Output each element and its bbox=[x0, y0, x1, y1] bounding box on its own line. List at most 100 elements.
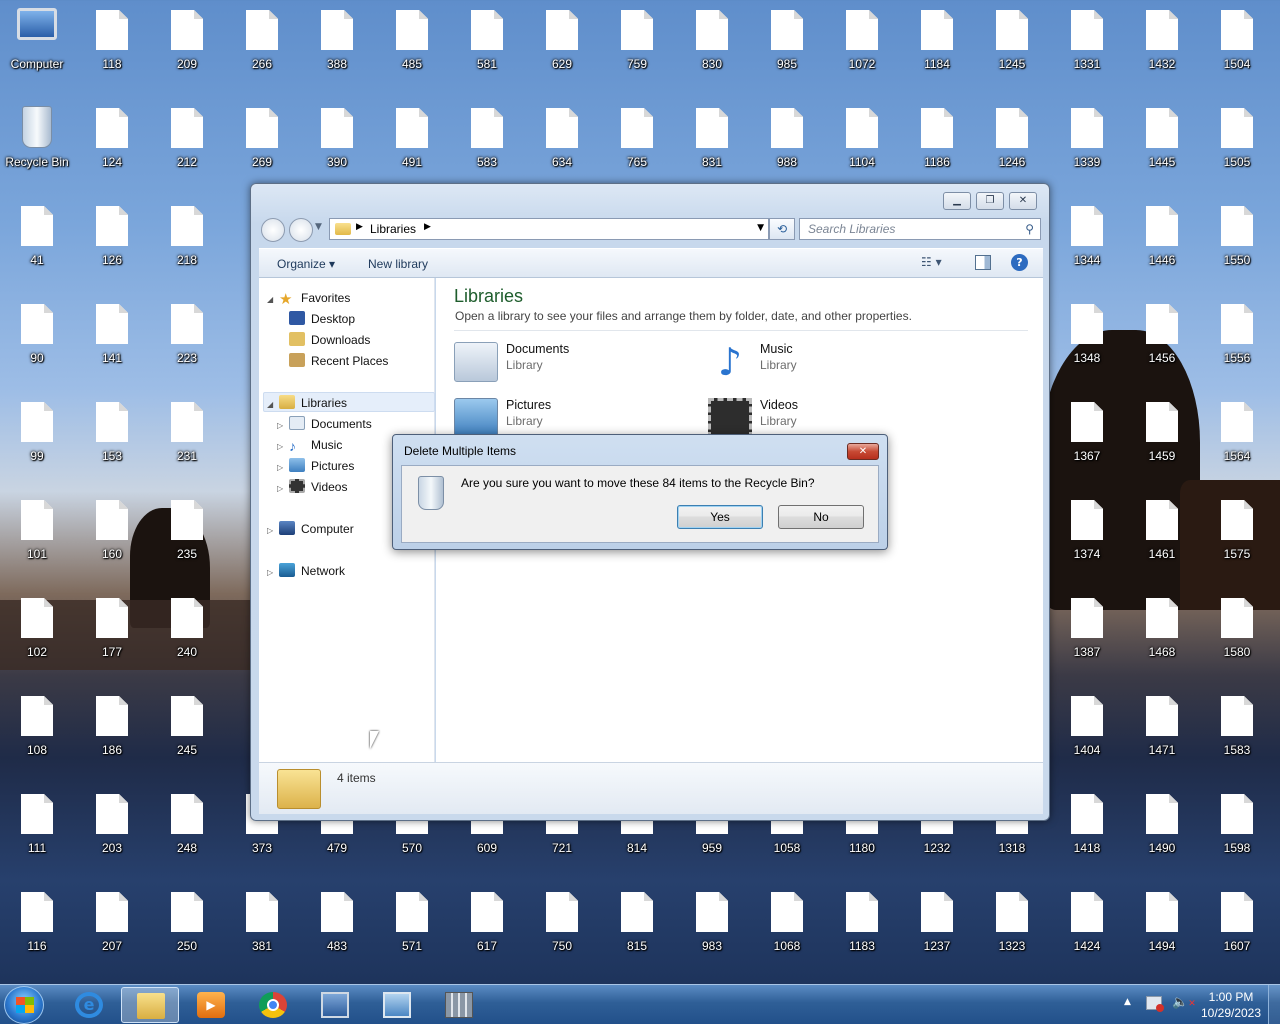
desktop-file-icon-item[interactable]: 116 bbox=[1, 882, 73, 980]
desktop-file-icon-item[interactable]: 111 bbox=[1, 784, 73, 882]
nav-network[interactable]: ▷ Network bbox=[267, 561, 345, 581]
desktop-file-icon-item[interactable]: 831 bbox=[676, 98, 748, 196]
desktop-file-icon-item[interactable]: 815 bbox=[601, 882, 673, 980]
desktop-file-icon-item[interactable]: 1404 bbox=[1051, 686, 1123, 784]
desktop-file-icon-item[interactable]: 634 bbox=[526, 98, 598, 196]
nav-favorites[interactable]: ◢ ★ Favorites bbox=[267, 288, 350, 308]
desktop-file-icon-item[interactable]: 1468 bbox=[1126, 588, 1198, 686]
desktop-file-icon-item[interactable]: 102 bbox=[1, 588, 73, 686]
desktop-file-icon-item[interactable]: 1556 bbox=[1201, 294, 1273, 392]
volume-muted-icon[interactable]: 🔈✕ bbox=[1172, 995, 1196, 1010]
desktop-file-icon-item[interactable]: 1456 bbox=[1126, 294, 1198, 392]
organize-button[interactable]: Organize ▾ bbox=[277, 257, 335, 271]
refresh-icon[interactable]: ⟲ bbox=[769, 218, 795, 240]
search-input[interactable]: Search Libraries ⚲ bbox=[799, 218, 1041, 240]
desktop-file-icon-item[interactable]: 118 bbox=[76, 0, 148, 98]
desktop-file-icon-item[interactable]: 218 bbox=[151, 196, 223, 294]
delete-dialog[interactable]: Delete Multiple Items ✕ Are you sure you… bbox=[392, 434, 888, 550]
library-documents[interactable]: Documents Library bbox=[454, 338, 694, 382]
taskbar-media-player[interactable]: ▶ bbox=[182, 987, 240, 1023]
desktop-file-icon-item[interactable]: 1068 bbox=[751, 882, 823, 980]
desktop-file-icon-item[interactable]: 186 bbox=[76, 686, 148, 784]
desktop-file-icon-item[interactable]: 381 bbox=[226, 882, 298, 980]
change-view-icon[interactable]: ☷ ▾ bbox=[921, 255, 942, 269]
desktop-file-icon-item[interactable]: 1432 bbox=[1126, 0, 1198, 98]
desktop-file-icon-item[interactable]: 124 bbox=[76, 98, 148, 196]
desktop-file-icon-item[interactable]: 388 bbox=[301, 0, 373, 98]
desktop-file-icon-item[interactable]: 1494 bbox=[1126, 882, 1198, 980]
desktop-file-icon-item[interactable]: 1583 bbox=[1201, 686, 1273, 784]
desktop-file-icon-item[interactable]: 177 bbox=[76, 588, 148, 686]
network-tray-icon[interactable] bbox=[1146, 996, 1164, 1012]
desktop-file-icon-item[interactable]: 1461 bbox=[1126, 490, 1198, 588]
desktop-file-icon-item[interactable]: 108 bbox=[1, 686, 73, 784]
recent-pages-chevron-icon[interactable]: ▼ bbox=[315, 222, 322, 232]
desktop-file-icon-item[interactable]: 235 bbox=[151, 490, 223, 588]
library-videos[interactable]: Videos Library bbox=[708, 394, 948, 438]
desktop-file-icon-item[interactable]: 581 bbox=[451, 0, 523, 98]
desktop-file-icon-item[interactable]: 1246 bbox=[976, 98, 1048, 196]
desktop-file-icon-item[interactable]: 1580 bbox=[1201, 588, 1273, 686]
new-library-button[interactable]: New library bbox=[368, 257, 428, 271]
desktop-file-icon-item[interactable]: 1331 bbox=[1051, 0, 1123, 98]
desktop-file-icon-item[interactable]: 1424 bbox=[1051, 882, 1123, 980]
nav-downloads[interactable]: Downloads bbox=[289, 330, 370, 350]
desktop-file-icon-item[interactable]: 1072 bbox=[826, 0, 898, 98]
desktop-file-icon-item[interactable]: 1348 bbox=[1051, 294, 1123, 392]
taskbar-internet-explorer[interactable]: e bbox=[60, 987, 118, 1023]
desktop-file-icon-item[interactable]: 1490 bbox=[1126, 784, 1198, 882]
show-hidden-icons-icon[interactable]: ▲ bbox=[1124, 997, 1131, 1007]
desktop-file-icon-item[interactable]: 266 bbox=[226, 0, 298, 98]
back-button[interactable] bbox=[261, 218, 285, 242]
show-desktop-button[interactable] bbox=[1268, 985, 1280, 1024]
nav-libraries[interactable]: ◢ Libraries bbox=[267, 393, 347, 413]
nav-desktop[interactable]: Desktop bbox=[289, 309, 355, 329]
desktop-file-icon-item[interactable]: 160 bbox=[76, 490, 148, 588]
desktop-file-icon-item[interactable]: 1104 bbox=[826, 98, 898, 196]
nav-recent-places[interactable]: Recent Places bbox=[289, 351, 388, 371]
desktop-file-icon-item[interactable]: 209 bbox=[151, 0, 223, 98]
address-bar[interactable]: ▶ Libraries ▶ ▼ bbox=[329, 218, 769, 240]
minimize-button[interactable]: ▁ bbox=[943, 192, 971, 210]
desktop-file-icon-item[interactable]: 269 bbox=[226, 98, 298, 196]
desktop-file-icon-item[interactable]: 1598 bbox=[1201, 784, 1273, 882]
desktop-file-icon-item[interactable]: 985 bbox=[751, 0, 823, 98]
desktop-file-icon-item[interactable]: 207 bbox=[76, 882, 148, 980]
start-button[interactable] bbox=[4, 986, 44, 1024]
desktop-file-icon-item[interactable]: 1504 bbox=[1201, 0, 1273, 98]
taskbar-windows-explorer[interactable] bbox=[121, 987, 179, 1023]
desktop-file-icon-item[interactable]: 1184 bbox=[901, 0, 973, 98]
desktop-file-icon-item[interactable]: 1387 bbox=[1051, 588, 1123, 686]
desktop-computer[interactable]: Computer bbox=[1, 0, 73, 98]
breadcrumb-separator-icon[interactable]: ▶ bbox=[356, 222, 363, 232]
nav-computer[interactable]: ▷ Computer bbox=[267, 519, 354, 539]
desktop-file-icon-item[interactable]: 41 bbox=[1, 196, 73, 294]
desktop-file-icon-item[interactable]: 1237 bbox=[901, 882, 973, 980]
desktop-file-icon-item[interactable]: 1445 bbox=[1126, 98, 1198, 196]
desktop-file-icon-item[interactable]: 1550 bbox=[1201, 196, 1273, 294]
nav-music[interactable]: ▷ ♪ Music bbox=[277, 435, 342, 455]
taskbar-chrome[interactable] bbox=[244, 987, 302, 1023]
desktop-file-icon-item[interactable]: 1505 bbox=[1201, 98, 1273, 196]
desktop-file-icon-item[interactable]: 1446 bbox=[1126, 196, 1198, 294]
desktop-file-icon-item[interactable]: 126 bbox=[76, 196, 148, 294]
desktop-file-icon-item[interactable]: 1245 bbox=[976, 0, 1048, 98]
dialog-close-button[interactable]: ✕ bbox=[847, 443, 879, 460]
desktop-file-icon-item[interactable]: 99 bbox=[1, 392, 73, 490]
nav-videos[interactable]: ▷ Videos bbox=[277, 477, 347, 497]
desktop-file-icon-item[interactable]: 223 bbox=[151, 294, 223, 392]
desktop-file-icon-item[interactable]: 1471 bbox=[1126, 686, 1198, 784]
no-button[interactable]: No bbox=[778, 505, 864, 529]
taskbar-control-panel[interactable] bbox=[368, 987, 426, 1023]
desktop-file-icon-item[interactable]: 90 bbox=[1, 294, 73, 392]
desktop-file-icon-item[interactable]: 250 bbox=[151, 882, 223, 980]
desktop-file-icon-item[interactable]: 1564 bbox=[1201, 392, 1273, 490]
forward-button[interactable] bbox=[289, 218, 313, 242]
desktop-file-icon-item[interactable]: 240 bbox=[151, 588, 223, 686]
desktop-file-icon-item[interactable]: 390 bbox=[301, 98, 373, 196]
desktop-file-icon-item[interactable]: 583 bbox=[451, 98, 523, 196]
maximize-button[interactable]: ❐ bbox=[976, 192, 1004, 210]
desktop-file-icon-item[interactable]: 1607 bbox=[1201, 882, 1273, 980]
desktop-file-icon-item[interactable]: 212 bbox=[151, 98, 223, 196]
desktop-file-icon-item[interactable]: 1374 bbox=[1051, 490, 1123, 588]
